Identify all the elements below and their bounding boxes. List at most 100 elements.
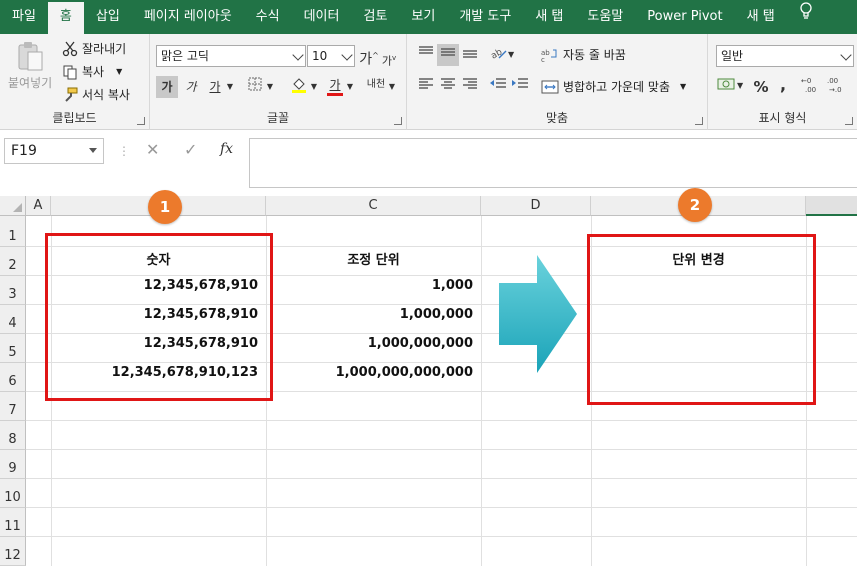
row-header-4[interactable]: 4: [0, 305, 26, 334]
tell-me-bulb-icon[interactable]: [787, 0, 825, 34]
select-all-corner[interactable]: [0, 196, 26, 216]
shrink-font-label: 가: [381, 54, 392, 68]
alignment-launcher-icon[interactable]: [695, 117, 703, 125]
font-launcher-icon[interactable]: [394, 117, 402, 125]
row-header-7[interactable]: 7: [0, 392, 26, 421]
phonetic-label: 내천: [366, 79, 386, 90]
cell-c3[interactable]: 1,000: [266, 278, 473, 293]
accounting-format-button[interactable]: ▼: [716, 76, 746, 98]
copy-button[interactable]: 복사 ▼: [62, 63, 122, 80]
align-left-icon[interactable]: [415, 76, 437, 98]
increase-indent-icon[interactable]: [509, 76, 531, 98]
clipboard-launcher-icon[interactable]: [137, 117, 145, 125]
underline-dropdown-icon[interactable]: ▼: [224, 76, 236, 98]
cut-button[interactable]: 잘라내기: [62, 40, 126, 57]
tab-new-tab-2[interactable]: 새 탭: [735, 0, 787, 34]
row-header-8[interactable]: 8: [0, 421, 26, 450]
grid-hline: [26, 420, 857, 421]
name-box[interactable]: F19: [4, 138, 104, 164]
row-header-2[interactable]: 2: [0, 247, 26, 276]
borders-dropdown-icon[interactable]: ▼: [264, 76, 276, 98]
copy-dropdown-icon[interactable]: ▼: [116, 67, 122, 76]
font-size-combo[interactable]: 10: [307, 45, 355, 67]
column-header-c[interactable]: C: [266, 196, 481, 216]
cell-c6[interactable]: 1,000,000,000,000: [266, 365, 473, 380]
align-bottom-icon[interactable]: [459, 44, 481, 66]
phonetic-button[interactable]: 내천: [364, 74, 388, 96]
row-header-6[interactable]: 6: [0, 363, 26, 392]
format-painter-label: 서식 복사: [82, 88, 130, 102]
fill-color-button[interactable]: [288, 76, 310, 98]
name-box-value: F19: [11, 143, 37, 159]
column-header-a[interactable]: A: [26, 196, 51, 216]
grow-font-button[interactable]: 가^: [358, 45, 380, 68]
tab-page-layout[interactable]: 페이지 레이아웃: [132, 0, 244, 34]
row-header-9[interactable]: 9: [0, 450, 26, 479]
fill-color-dropdown-icon[interactable]: ▼: [308, 76, 320, 98]
grid-hline: [26, 507, 857, 508]
column-header-f-selected[interactable]: [806, 196, 857, 216]
clipboard-group-label: 클립보드: [52, 111, 97, 125]
svg-text:c: c: [541, 56, 545, 63]
column-header-d[interactable]: D: [481, 196, 591, 216]
tab-insert[interactable]: 삽입: [84, 0, 132, 34]
tab-new-tab-1[interactable]: 새 탭: [523, 0, 575, 34]
row-header-3[interactable]: 3: [0, 276, 26, 305]
tab-data[interactable]: 데이터: [292, 0, 352, 34]
align-middle-icon[interactable]: [437, 44, 459, 66]
copy-icon: [63, 65, 77, 79]
row-header-12[interactable]: 12: [0, 537, 26, 566]
align-center-icon[interactable]: [437, 76, 459, 98]
svg-text:→.0: →.0: [829, 86, 842, 94]
chevron-down-icon: [840, 49, 852, 61]
font-color-dropdown-icon[interactable]: ▼: [344, 76, 356, 98]
borders-button[interactable]: [244, 76, 266, 98]
increase-decimal-icon[interactable]: ←0.00: [800, 76, 824, 98]
tab-formulas[interactable]: 수식: [244, 0, 292, 34]
shrink-font-button[interactable]: 가v: [378, 47, 400, 69]
number-launcher-icon[interactable]: [845, 117, 853, 125]
tab-review[interactable]: 검토: [351, 0, 399, 34]
insert-function-icon[interactable]: fx: [220, 141, 233, 157]
orientation-button[interactable]: ab ▼: [487, 44, 517, 66]
comma-style-button[interactable]: ,: [772, 74, 794, 96]
font-color-button[interactable]: 가: [324, 74, 346, 96]
chevron-down-icon: [341, 49, 353, 61]
enter-icon[interactable]: ✓: [184, 140, 197, 159]
merge-dropdown-icon[interactable]: ▼: [680, 82, 686, 91]
italic-button[interactable]: 가: [180, 76, 202, 98]
cell-c5[interactable]: 1,000,000,000: [266, 336, 473, 351]
phonetic-dropdown-icon[interactable]: ▼: [386, 76, 398, 98]
row-header-11[interactable]: 11: [0, 508, 26, 537]
wrap-text-button[interactable]: ab c 자동 줄 바꿈: [541, 46, 626, 63]
number-group: 일반 ▼ % , ←0.00 .00 →.0 표시 형식: [708, 34, 857, 130]
tab-file[interactable]: 파일: [0, 0, 48, 34]
align-right-icon[interactable]: [459, 76, 481, 98]
bold-button[interactable]: 가: [156, 76, 178, 98]
row-header-1[interactable]: 1: [0, 216, 26, 247]
formula-input[interactable]: [249, 138, 857, 188]
row-header-5[interactable]: 5: [0, 334, 26, 363]
number-format-combo[interactable]: 일반: [716, 45, 854, 67]
row-header-10[interactable]: 10: [0, 479, 26, 508]
tab-home[interactable]: 홈: [47, 0, 84, 34]
highlight-box-source: [45, 233, 273, 401]
name-box-dropdown-icon[interactable]: [89, 148, 97, 153]
underline-button[interactable]: 가: [204, 76, 226, 98]
tab-view[interactable]: 보기: [399, 0, 447, 34]
merge-center-button[interactable]: 병합하고 가운데 맞춤 ▼: [541, 78, 686, 95]
paste-button[interactable]: 붙여넣기: [8, 40, 52, 91]
font-name-combo[interactable]: 맑은 고딕: [156, 45, 306, 67]
tab-help[interactable]: 도움말: [575, 0, 635, 34]
tab-developer[interactable]: 개발 도구: [447, 0, 523, 34]
tab-power-pivot[interactable]: Power Pivot: [635, 0, 734, 34]
cell-c4[interactable]: 1,000,000: [266, 307, 473, 322]
decrease-decimal-icon[interactable]: .00 →.0: [826, 76, 850, 98]
percent-button[interactable]: %: [750, 76, 772, 98]
ribbon: 붙여넣기 잘라내기 복사 ▼ 서식 복사 클립보드 맑은 고딕 10 가^ 가v…: [0, 34, 857, 130]
cell-c2[interactable]: 조정 단위: [266, 249, 481, 268]
align-top-icon[interactable]: [415, 44, 437, 66]
cancel-icon[interactable]: ✕: [146, 140, 159, 159]
format-painter-button[interactable]: 서식 복사: [62, 86, 130, 103]
decrease-indent-icon[interactable]: [487, 76, 509, 98]
